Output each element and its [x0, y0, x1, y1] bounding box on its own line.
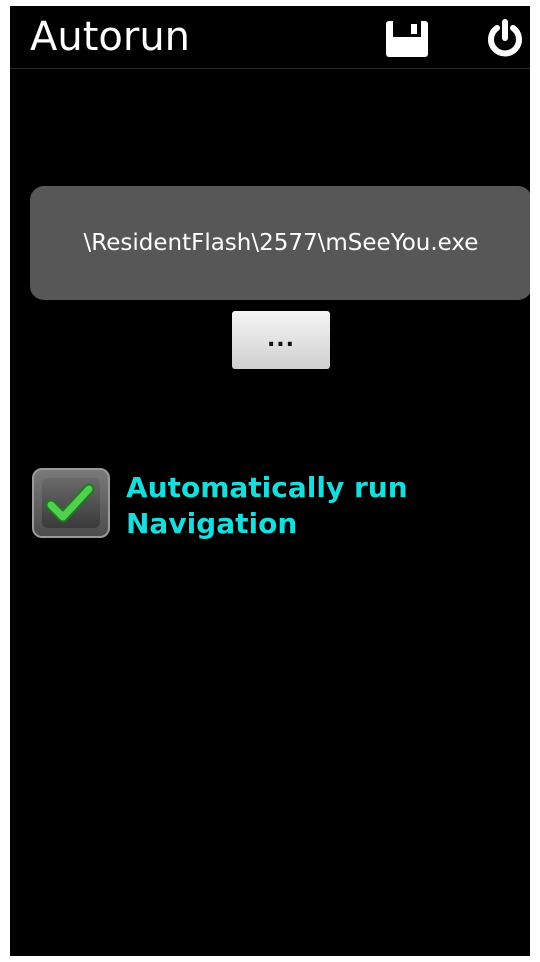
- auto-run-label-line1: Automatically run: [126, 471, 408, 504]
- autorun-path-field[interactable]: \ResidentFlash\2577\mSeeYou.exe: [30, 186, 530, 300]
- header-bar: Autorun: [10, 6, 530, 69]
- autorun-screen: Autorun \ResidentFlash\2577\mSeeYou.exe …: [10, 6, 530, 956]
- power-icon: [488, 19, 522, 57]
- auto-run-navigation-option[interactable]: Automatically run Navigation: [32, 466, 512, 546]
- browse-button[interactable]: ...: [232, 311, 330, 369]
- save-button[interactable]: [382, 18, 432, 60]
- page-title: Autorun: [30, 14, 191, 60]
- auto-run-label: Automatically run Navigation: [126, 470, 506, 542]
- checkmark-icon: [45, 483, 95, 523]
- floppy-disk-icon: [386, 21, 428, 57]
- autorun-path-text: \ResidentFlash\2577\mSeeYou.exe: [83, 230, 479, 256]
- auto-run-label-line2: Navigation: [126, 507, 298, 540]
- auto-run-checkbox[interactable]: [32, 468, 110, 538]
- power-button[interactable]: [480, 18, 530, 60]
- browse-button-label: ...: [266, 327, 296, 352]
